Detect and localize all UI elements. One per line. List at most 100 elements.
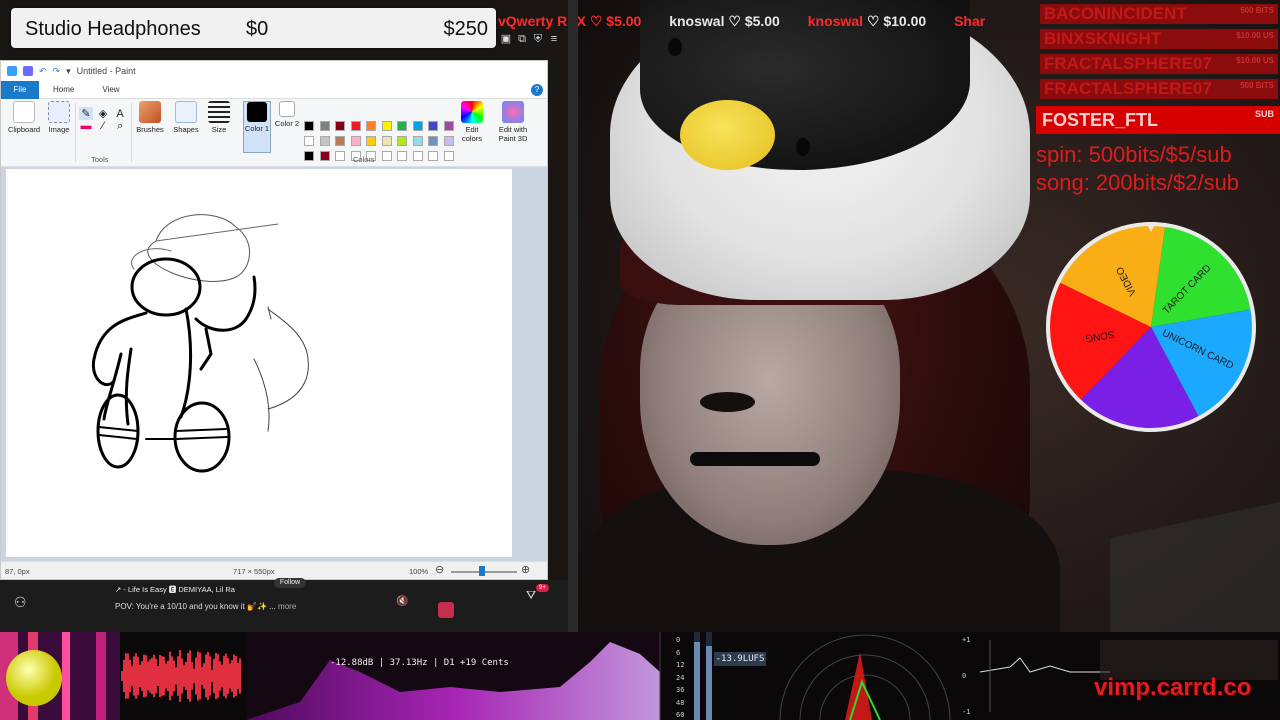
palette-swatch[interactable] (350, 136, 361, 146)
palette-swatch[interactable] (412, 151, 423, 161)
song-price: song: 200bits/$2/sub (1036, 170, 1240, 195)
edit-colors-button[interactable]: Edit colors (457, 101, 487, 143)
paint3d-button[interactable]: Edit with Paint 3D (493, 101, 533, 143)
scrollbar[interactable] (568, 0, 578, 632)
paint-titlebar: ↶ ↷ ▾ Untitled - Paint (1, 61, 547, 81)
notification-icon[interactable]: ⛛ (526, 588, 536, 603)
palette-swatch[interactable] (381, 136, 392, 146)
color1-button[interactable]: Color 1 (243, 101, 271, 153)
scope-tick: +1 (962, 636, 971, 644)
magnifier-icon[interactable]: ⌕ (113, 120, 127, 133)
palette-swatch[interactable] (412, 136, 423, 146)
size-button[interactable]: Size (205, 101, 233, 134)
tab-view[interactable]: View (88, 85, 133, 94)
ribbon-tabs: File Home View ? (1, 80, 547, 99)
network-icon[interactable]: ⚇ (14, 594, 27, 611)
palette-swatch[interactable] (428, 151, 438, 161)
meter-tick: 0 (676, 636, 681, 644)
fill-icon[interactable]: ◈ (96, 107, 110, 120)
palette-swatch[interactable] (335, 121, 345, 131)
sketch (91, 214, 309, 473)
follow-button[interactable]: Follow (274, 578, 306, 588)
palette-swatch[interactable] (443, 151, 454, 161)
palette-swatch[interactable] (428, 136, 438, 146)
palette-swatch[interactable] (381, 151, 392, 161)
webcam-choker (690, 452, 820, 466)
palette-swatch[interactable] (412, 121, 423, 131)
goal-current: $0 (246, 18, 269, 40)
tipper-row: FRACTALSPHERE07 $10.00 US (1040, 54, 1278, 74)
palette-swatch[interactable] (319, 121, 330, 131)
tools-grid[interactable]: ✎ ◈ A ▬ ⁄ ⌕ (77, 107, 129, 133)
shapes-button[interactable]: Shapes (171, 101, 201, 134)
zoom-in-button[interactable]: ⊕ (521, 563, 530, 576)
pencil-icon[interactable]: ✎ (78, 107, 93, 120)
palette-swatch[interactable] (319, 151, 330, 161)
brushes-button[interactable]: Brushes (133, 101, 167, 134)
palette-swatch[interactable] (381, 121, 392, 131)
menu-icon[interactable]: ≡ (546, 33, 562, 45)
color2-button[interactable]: Color 2 (273, 101, 301, 128)
meter-tick: 6 (676, 648, 681, 657)
palette-swatch[interactable] (304, 136, 314, 146)
drawing-canvas[interactable] (6, 169, 512, 557)
palette-swatch[interactable] (304, 121, 314, 131)
divider (75, 103, 76, 163)
picker-icon[interactable]: ⁄ (96, 120, 110, 132)
tiktok-panel: ⚇ ↗ - Life Is Easy 🅴 DEMIYAA, Lil Ra Fol… (0, 578, 578, 632)
save-icon[interactable] (23, 66, 33, 76)
sidebar-icon[interactable]: ▣ (498, 32, 514, 45)
goal-title: Studio Headphones (25, 18, 201, 40)
app-icon[interactable] (438, 602, 454, 618)
mute-icon[interactable]: 🔇 (396, 596, 408, 607)
divider (131, 103, 132, 163)
palette-swatch[interactable] (335, 136, 345, 146)
customize-icon[interactable]: ▾ (66, 66, 71, 77)
stream-overlay: vQwerty RSX ♡ $5.00 knoswal ♡ $5.00 knos… (0, 0, 1280, 720)
ticker-item: knoswal ♡ $5.00 (669, 13, 780, 29)
penguin-eye (668, 38, 682, 56)
top-tipper-row: FOSTER_FTL SUB (1036, 106, 1280, 134)
notification-badge: 9+ (536, 584, 549, 592)
pitch-readout: -12.88dB | 37.13Hz | D1 +19 Cents (330, 658, 509, 668)
canvas-size: 717 × 550px (233, 567, 275, 576)
palette-swatch[interactable] (428, 121, 438, 131)
shapes-icon (175, 101, 197, 123)
palette-swatch[interactable] (366, 136, 376, 146)
text-icon[interactable]: A (113, 108, 127, 120)
tipper-row: BINXSKNIGHT $10.00 US (1040, 29, 1278, 49)
tab-home[interactable]: Home (39, 85, 88, 94)
undo-icon[interactable]: ↶ (39, 66, 47, 77)
goal-target: $250 (443, 18, 489, 40)
palette-swatch[interactable] (304, 151, 314, 161)
video-caption: POV: You're a 10/10 and you know it 💅✨ .… (115, 602, 297, 611)
prize-wheel: TAROT CARDUNICORN CARDSONGVIDEO (1046, 222, 1256, 432)
clipboard-button[interactable]: Clipboard (5, 101, 43, 134)
paint-app-icon (7, 66, 17, 76)
palette-swatch[interactable] (350, 121, 361, 131)
zoom-out-button[interactable]: ⊖ (435, 563, 444, 576)
zoom-level: 100% (409, 567, 429, 576)
tab-icon[interactable]: ⧉ (514, 33, 530, 46)
palette-swatch[interactable] (443, 121, 454, 131)
color1-swatch (247, 102, 267, 122)
palette-swatch[interactable] (397, 151, 407, 161)
zoom-slider-thumb[interactable] (479, 566, 485, 576)
shield-icon[interactable]: ⛨ (530, 33, 546, 46)
eraser-icon[interactable]: ▬ (79, 120, 93, 132)
redo-icon[interactable]: ↷ (53, 66, 61, 77)
more-link[interactable]: more (278, 602, 296, 611)
palette-swatch[interactable] (319, 136, 330, 146)
donation-ticker: vQwerty RSX ♡ $5.00 knoswal ♡ $5.00 knos… (498, 13, 1038, 33)
browser-controls: ▣ ⧉ ⛨ ≡ (498, 32, 576, 48)
palette-swatch[interactable] (443, 136, 454, 146)
image-button[interactable]: Image (45, 101, 73, 134)
meter-tick: 48 (676, 698, 685, 707)
tab-file[interactable]: File (1, 80, 39, 99)
palette-swatch[interactable] (397, 136, 407, 146)
palette-swatch[interactable] (366, 121, 376, 131)
tipper-row: BACONINCIDENT 500 BITS (1040, 4, 1278, 24)
help-icon[interactable]: ? (531, 83, 543, 96)
palette-swatch[interactable] (335, 151, 345, 161)
palette-swatch[interactable] (397, 121, 407, 131)
